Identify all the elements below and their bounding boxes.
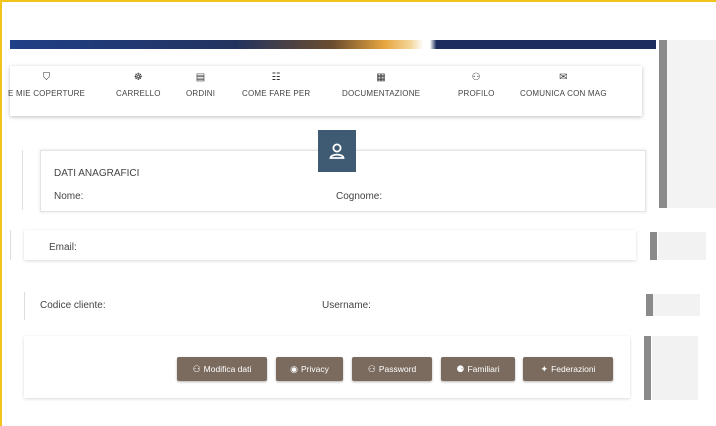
scrollbar[interactable] bbox=[659, 40, 667, 208]
user-key-icon: ⚇ bbox=[471, 72, 481, 83]
email-label: Email: bbox=[49, 242, 77, 253]
federazioni-button[interactable]: ✦ Federazioni bbox=[523, 357, 613, 381]
codice-cliente-label: Codice cliente: bbox=[40, 300, 106, 311]
document-icon: ▦ bbox=[376, 72, 386, 83]
nav-item-documentazione[interactable]: ▦ DOCUMENTAZIONE bbox=[342, 72, 420, 98]
button-label: Federazioni bbox=[551, 364, 596, 374]
right-side-panel bbox=[652, 336, 698, 400]
federation-icon: ✦ bbox=[540, 363, 549, 374]
nav-item-come-fare-per[interactable]: ☷ COME FARE PER bbox=[242, 72, 310, 98]
header-gradient-bar bbox=[10, 40, 656, 49]
email-row bbox=[24, 230, 636, 260]
user-edit-icon: ⚇ bbox=[192, 363, 201, 374]
scrollbar[interactable] bbox=[646, 294, 653, 316]
nav-item-label: ORDINI bbox=[186, 89, 216, 98]
button-label: Modifica dati bbox=[203, 364, 252, 374]
main-nav: ⛉ E MIE COPERTURE ☸ CARRELLO ▤ ORDINI ☷ … bbox=[8, 66, 642, 116]
left-card-edge bbox=[10, 150, 23, 210]
nome-label: Nome: bbox=[54, 191, 84, 202]
nav-item-label: E MIE COPERTURE bbox=[8, 89, 86, 98]
right-side-panel bbox=[659, 40, 716, 208]
family-icon: ⚈ bbox=[456, 363, 465, 374]
shield-icon: ⛉ bbox=[42, 72, 51, 83]
button-label: Password bbox=[378, 364, 417, 374]
nav-item-carrello[interactable]: ☸ CARRELLO bbox=[116, 72, 161, 98]
cart-icon: ☸ bbox=[133, 72, 143, 83]
book-icon: ☷ bbox=[271, 72, 281, 83]
nav-item-label: DOCUMENTAZIONE bbox=[342, 89, 421, 98]
username-label: Username: bbox=[322, 300, 371, 311]
cognome-label: Cognome: bbox=[336, 191, 383, 202]
nav-item-label: COMUNICA CON MAG bbox=[520, 89, 607, 98]
scrollbar[interactable] bbox=[644, 336, 651, 400]
nav-item-label: PROFILO bbox=[458, 89, 495, 98]
eye-icon: ◉ bbox=[290, 363, 298, 374]
nav-item-ordini[interactable]: ▤ ORDINI bbox=[186, 72, 215, 98]
right-side-panel bbox=[652, 294, 700, 316]
scrollbar[interactable] bbox=[650, 232, 657, 260]
orders-icon: ▤ bbox=[195, 72, 206, 83]
right-side-panel bbox=[658, 232, 706, 260]
nav-item-label: COME FARE PER bbox=[242, 89, 311, 98]
user-key-icon: ⚇ bbox=[367, 363, 376, 374]
password-button[interactable]: ⚇ Password bbox=[352, 357, 432, 381]
avatar bbox=[318, 130, 356, 172]
button-label: Privacy bbox=[300, 364, 329, 374]
chat-icon: ✉ bbox=[559, 72, 568, 83]
modifica-dati-button[interactable]: ⚇ Modifica dati bbox=[177, 357, 267, 381]
familiari-button[interactable]: ⚈ Familiari bbox=[441, 357, 515, 381]
nav-item-label: CARRELLO bbox=[116, 89, 161, 98]
nav-item-comunica[interactable]: ✉ COMUNICA CON MAG bbox=[520, 72, 607, 98]
nav-item-profilo[interactable]: ⚇ PROFILO bbox=[458, 72, 495, 98]
button-label: Familiari bbox=[467, 364, 500, 374]
divider bbox=[10, 230, 11, 260]
user-icon bbox=[329, 143, 345, 159]
section-title: DATI ANAGRAFICI bbox=[54, 168, 140, 179]
nav-item-coperture[interactable]: ⛉ E MIE COPERTURE bbox=[8, 72, 85, 98]
privacy-button[interactable]: ◉ Privacy bbox=[276, 357, 343, 381]
